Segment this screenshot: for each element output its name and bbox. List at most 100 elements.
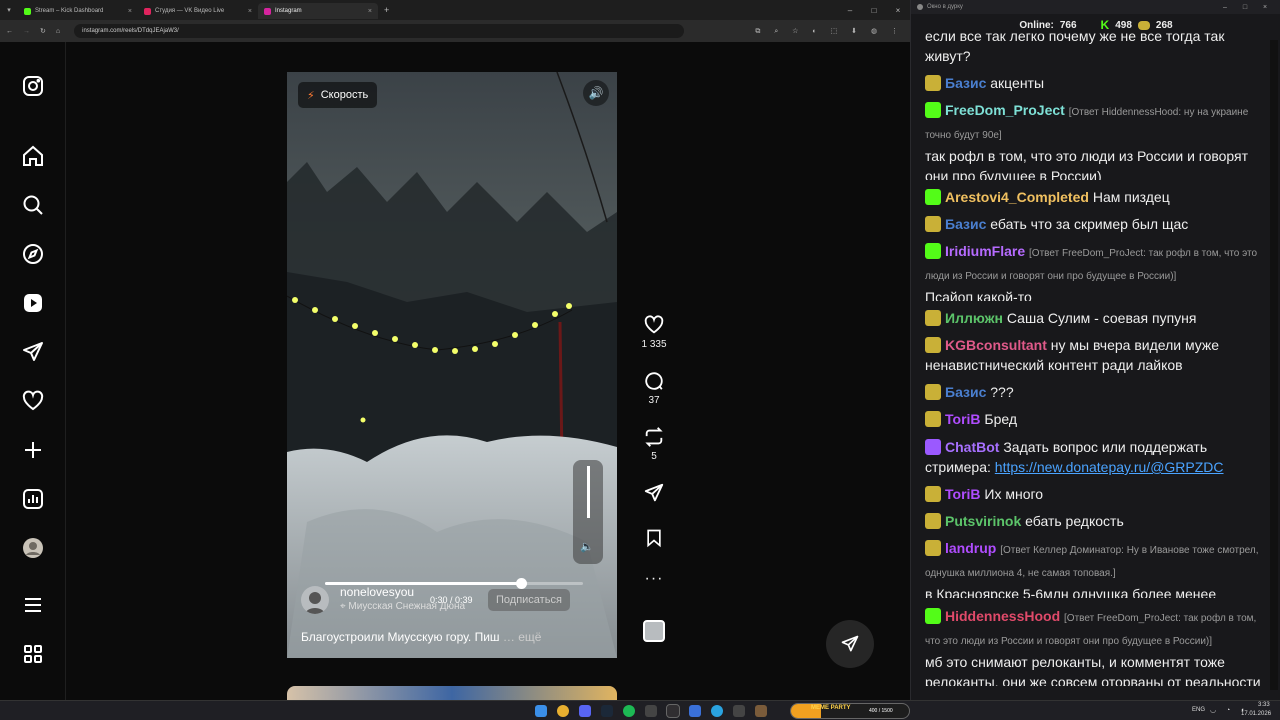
- home-icon[interactable]: ⌂: [56, 28, 60, 35]
- caption-more-link[interactable]: … ещё: [503, 630, 542, 644]
- chat-username[interactable]: KGBconsultant: [945, 337, 1047, 353]
- repost-button[interactable]: 5: [636, 426, 672, 462]
- chat-message: landrup [Ответ Келлер Доминатор: Ну в Ив…: [925, 538, 1273, 598]
- close-icon[interactable]: ×: [368, 8, 372, 15]
- new-tab-icon[interactable]: +: [384, 5, 389, 15]
- chat-username[interactable]: Arestovi4_Completed: [945, 189, 1089, 205]
- app-icon[interactable]: [689, 705, 701, 717]
- chat-username[interactable]: Базис: [945, 216, 986, 232]
- reload-icon[interactable]: ↻: [40, 27, 46, 35]
- clock-date[interactable]: 17.01.2026: [1241, 711, 1271, 717]
- chrome-icon[interactable]: [557, 705, 569, 717]
- minimize-icon[interactable]: –: [838, 6, 862, 15]
- tab-kick[interactable]: Stream – Kick Dashboard ×: [18, 3, 138, 19]
- volume-icon[interactable]: 🔈: [580, 540, 594, 553]
- comment-button[interactable]: 37: [636, 370, 672, 406]
- volume-slider[interactable]: 🔈: [573, 460, 603, 564]
- message-text: Псайоп какой-то: [925, 289, 1032, 301]
- audio-toggle-icon[interactable]: 🔊: [583, 80, 609, 106]
- share-icon: [644, 483, 664, 502]
- more-apps-icon[interactable]: [21, 642, 45, 666]
- maximize-icon[interactable]: □: [1235, 4, 1255, 11]
- app-icon[interactable]: [755, 705, 767, 717]
- tab-vk[interactable]: Студия — VK Видео Live ×: [138, 3, 258, 19]
- chat-username[interactable]: ToriB: [945, 486, 981, 502]
- chat-message: Базис акценты: [925, 73, 1273, 93]
- maximize-icon[interactable]: □: [862, 6, 886, 15]
- next-reel-preview[interactable]: [287, 686, 617, 700]
- url-field[interactable]: instagram.com/reels/DTdqJEAjaW3/: [74, 24, 685, 38]
- menu-icon[interactable]: [21, 593, 45, 617]
- chat-username[interactable]: ChatBot: [945, 439, 999, 455]
- location[interactable]: ⌖ Миусская Снежная Дюна: [340, 601, 465, 612]
- minimize-icon[interactable]: –: [1215, 4, 1235, 11]
- close-icon[interactable]: ×: [248, 8, 252, 15]
- save-button[interactable]: [636, 528, 672, 551]
- discord-icon[interactable]: [579, 705, 591, 717]
- app-icon[interactable]: [645, 705, 657, 717]
- browser-window: ▾ Stream – Kick Dashboard × Студия — VK В…: [0, 0, 910, 700]
- chat-message: ToriB Их много: [925, 484, 1273, 504]
- tab-list-icon[interactable]: ▾: [0, 6, 18, 14]
- telegram-icon[interactable]: [711, 705, 723, 717]
- chat-username[interactable]: landrup: [945, 540, 996, 556]
- create-icon[interactable]: [21, 438, 45, 462]
- chat-message: KGBconsultant ну мы вчера видели муже не…: [925, 335, 1273, 375]
- audio-thumbnail[interactable]: [636, 620, 672, 642]
- dashboard-icon[interactable]: [21, 487, 45, 511]
- obs-icon[interactable]: [666, 704, 680, 718]
- app-icon[interactable]: [733, 705, 745, 717]
- start-icon[interactable]: [535, 705, 547, 717]
- chat-username[interactable]: ToriB: [945, 411, 981, 427]
- speed-button[interactable]: ⚡ Скорость: [298, 82, 378, 108]
- bookmark-icon: [647, 529, 661, 548]
- messages-icon[interactable]: [21, 340, 45, 364]
- progress-handle[interactable]: [516, 578, 528, 589]
- repost-icon: [645, 427, 663, 447]
- follow-button[interactable]: Подписаться: [488, 589, 570, 611]
- user-badge-icon: [925, 486, 941, 502]
- kick-icon: [24, 7, 31, 15]
- more-options-icon[interactable]: ···: [636, 570, 672, 588]
- app-icon: [917, 4, 923, 10]
- profile-avatar[interactable]: [21, 536, 45, 560]
- chat-message: Arestovi4_Completed Нам пиздец: [925, 187, 1273, 207]
- chat-username[interactable]: IridiumFlare: [945, 243, 1025, 259]
- chat-username[interactable]: Базис: [945, 384, 986, 400]
- share-button[interactable]: [636, 482, 672, 507]
- chat-message: IridiumFlare [Ответ FreeDom_ProJect: так…: [925, 241, 1273, 301]
- user-badge-icon: [925, 540, 941, 556]
- forward-icon[interactable]: →: [23, 28, 30, 35]
- meme-party-widget[interactable]: MEME PARTY 400 / 1500: [790, 703, 910, 719]
- author-username[interactable]: nonelovesyou: [340, 585, 414, 599]
- author-avatar[interactable]: [301, 586, 329, 614]
- search-icon[interactable]: [21, 193, 45, 217]
- instagram-logo-icon[interactable]: [21, 74, 45, 98]
- home-icon[interactable]: [21, 144, 45, 168]
- chat-username[interactable]: HiddennessHood: [945, 608, 1060, 624]
- donate-link[interactable]: https://new.donatepay.ru/@GRPZDC: [995, 459, 1224, 475]
- close-icon[interactable]: ×: [1255, 4, 1275, 11]
- steam-icon[interactable]: [601, 705, 613, 717]
- language-indicator[interactable]: ENG: [1192, 707, 1205, 713]
- extensions-icon[interactable]: ⧉ ⌕ ☆ ◐ ⬚ ⬇ ◍ ⋮: [755, 27, 904, 36]
- reel-video[interactable]: ⚡ Скорость 🔊 🔈 nonelovesyou 0:30 / 0:39 …: [287, 72, 617, 658]
- spotify-icon[interactable]: [623, 705, 635, 717]
- explore-icon[interactable]: [21, 242, 45, 266]
- like-button[interactable]: 1 335: [636, 314, 672, 350]
- tab-instagram[interactable]: Instagram ×: [258, 3, 378, 19]
- chat-username[interactable]: Иллюжн: [945, 310, 1003, 326]
- close-icon[interactable]: ×: [128, 8, 132, 15]
- user-badge-icon: [925, 384, 941, 400]
- notifications-icon[interactable]: [21, 389, 45, 413]
- back-icon[interactable]: ←: [6, 28, 13, 35]
- floating-messages-button[interactable]: [826, 620, 874, 668]
- chat-username[interactable]: FreeDom_ProJect: [945, 102, 1065, 118]
- clock-time[interactable]: 3:33: [1258, 702, 1270, 708]
- chat-username[interactable]: Putsvirinok: [945, 513, 1021, 529]
- volume-track: [587, 466, 590, 518]
- reels-icon[interactable]: [21, 291, 45, 315]
- chat-username[interactable]: Базис: [945, 75, 986, 91]
- user-badge-icon: [925, 310, 941, 326]
- close-window-icon[interactable]: ×: [886, 6, 910, 15]
